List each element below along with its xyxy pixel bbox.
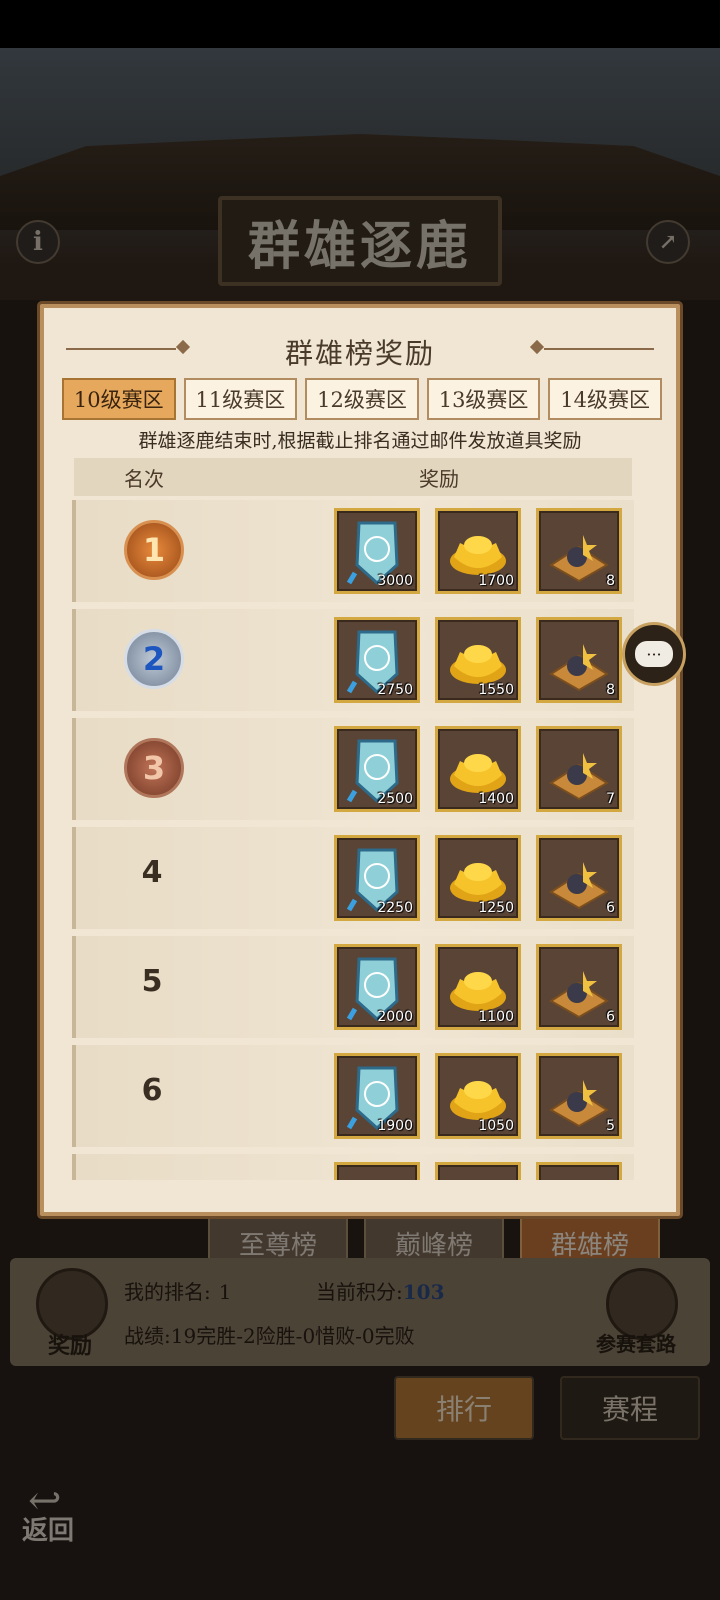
reward-item-gold-ingot[interactable]: 1400 [435,726,521,812]
reward-quantity: 1400 [478,791,514,807]
reward-quantity: 1050 [478,1118,514,1134]
reward-item-treasure-tray[interactable]: 8 [536,617,622,703]
table-row: 6 1900 1050 5 [72,1045,634,1147]
status-bar [0,0,720,48]
reward-item-banner-token[interactable]: 3000 [334,508,420,594]
rank-number: 4 [141,855,163,890]
zone-tab-14[interactable]: 14级赛区 [548,378,662,420]
reward-quantity: 3000 [377,573,413,589]
treasure-tray-icon [549,862,609,910]
rewards-modal: 群雄榜奖励 10级赛区 11级赛区 12级赛区 13级赛区 14级赛区 群雄逐鹿… [40,304,680,1216]
reward-quantity: 2250 [377,900,413,916]
zone-tab-10[interactable]: 10级赛区 [62,378,176,420]
reward-quantity: 5 [606,1118,615,1134]
reward-item-banner-token[interactable]: 1900 [334,1053,420,1139]
table-row: 5 2000 1100 6 [72,936,634,1038]
reward-item-gold-ingot[interactable]: 1250 [435,835,521,921]
rank-number: 6 [141,1073,163,1108]
reward-quantity: 2750 [377,682,413,698]
rank-number: 5 [141,964,163,999]
table-row: 4 2250 1250 6 [72,827,634,929]
reward-item-gold-ingot[interactable]: 1050 [435,1053,521,1139]
reward-item-treasure-tray[interactable]: 7 [536,726,622,812]
reward-item-treasure-tray[interactable]: 6 [536,835,622,921]
reward-quantity: 7 [606,791,615,807]
table-row: 1 3000 1700 8 [72,500,634,602]
treasure-tray-icon [549,644,609,692]
table-row: 2 2750 1550 8 [72,609,634,711]
reward-quantity: 1550 [478,682,514,698]
chat-button[interactable]: ··· [622,622,686,686]
reward-item-partial[interactable] [334,1162,420,1180]
reward-item-treasure-tray[interactable]: 5 [536,1053,622,1139]
reward-item-banner-token[interactable]: 2750 [334,617,420,703]
reward-item-banner-token[interactable]: 2500 [334,726,420,812]
list-header: 名次 奖励 [74,458,632,496]
rank-medal-icon: 3 [124,738,184,798]
reward-quantity: 8 [606,573,615,589]
rank-medal-icon: 1 [124,520,184,580]
table-row-partial [72,1154,634,1180]
treasure-tray-icon [549,971,609,1019]
zone-tab-11[interactable]: 11级赛区 [183,378,298,420]
reward-quantity: 6 [606,1009,615,1025]
reward-item-partial[interactable] [536,1162,622,1180]
rank-medal-icon: 2 [124,629,184,689]
reward-quantity: 2000 [377,1009,413,1025]
column-rank: 名次 [124,466,164,491]
column-reward: 奖励 [419,466,459,491]
treasure-tray-icon [549,1080,609,1128]
treasure-tray-icon [549,753,609,801]
reward-item-gold-ingot[interactable]: 1100 [435,944,521,1030]
reward-item-banner-token[interactable]: 2000 [334,944,420,1030]
reward-list[interactable]: 1 3000 1700 8 2 2750 1550 8 3 2500 1400 7 4 2250 1250 6… [72,500,634,1180]
reward-quantity: 6 [606,900,615,916]
reward-quantity: 1700 [478,573,514,589]
reward-item-treasure-tray[interactable]: 8 [536,508,622,594]
reward-item-banner-token[interactable]: 2250 [334,835,420,921]
reward-item-partial[interactable] [435,1162,521,1180]
reward-item-gold-ingot[interactable]: 1550 [435,617,521,703]
reward-item-treasure-tray[interactable]: 6 [536,944,622,1030]
reward-quantity: 2500 [377,791,413,807]
reward-quantity: 1900 [377,1118,413,1134]
reward-quantity: 1250 [478,900,514,916]
treasure-tray-icon [549,535,609,583]
reward-quantity: 1100 [478,1009,514,1025]
modal-title: 群雄榜奖励 [284,337,435,370]
reward-item-gold-ingot[interactable]: 1700 [435,508,521,594]
table-row: 3 2500 1400 7 [72,718,634,820]
zone-tab-12[interactable]: 12级赛区 [305,378,419,420]
zone-tabs: 10级赛区 11级赛区 12级赛区 13级赛区 14级赛区 [62,378,662,420]
zone-tab-13[interactable]: 13级赛区 [426,378,541,420]
reward-notice: 群雄逐鹿结束时,根据截止排名通过邮件发放道具奖励 [138,430,582,452]
chat-bubble-icon: ··· [635,641,673,667]
reward-quantity: 8 [606,682,615,698]
